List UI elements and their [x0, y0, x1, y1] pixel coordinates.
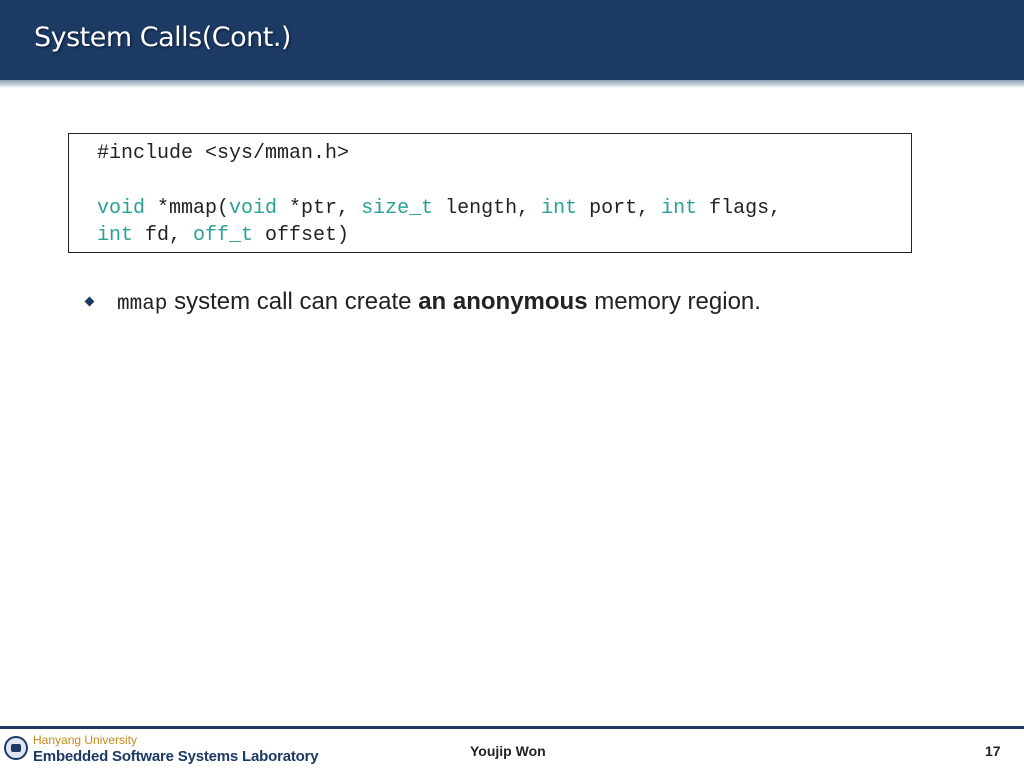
bullet-text-before: system call can create — [167, 288, 419, 315]
slide-title: System Calls(Cont.) — [34, 22, 291, 53]
code-token: offset) — [253, 224, 350, 247]
code-token: length, — [433, 197, 542, 220]
bullet-bold-text: an anonymous — [418, 288, 588, 315]
code-token: port, — [577, 197, 662, 220]
university-name: Hanyang University — [33, 733, 138, 747]
code-line-signature: void *mmap(void *ptr, size_t length, int… — [97, 197, 781, 220]
author-name: Youjip Won — [470, 743, 546, 759]
code-token: *ptr, — [277, 197, 362, 220]
code-line-signature-cont: int fd, off_t offset) — [97, 224, 349, 247]
code-keyword: int — [661, 197, 698, 220]
code-keyword: int — [541, 197, 578, 220]
bullet-text-after: memory region. — [587, 288, 761, 315]
title-bar-shadow — [0, 80, 1024, 88]
code-token: *mmap( — [145, 197, 230, 220]
footer-rule — [0, 726, 1024, 729]
page-number: 17 — [985, 743, 1001, 759]
code-box: #include <sys/mman.h> void *mmap(void *p… — [68, 133, 912, 253]
code-keyword: void — [97, 197, 146, 220]
code-token: fd, — [133, 224, 194, 247]
code-token: flags, — [697, 197, 782, 220]
code-keyword: void — [229, 197, 278, 220]
diamond-bullet-icon — [84, 296, 95, 307]
university-logo — [4, 736, 28, 760]
code-term: mmap — [117, 293, 168, 316]
code-line-include: #include <sys/mman.h> — [97, 142, 350, 165]
code-keyword: int — [97, 224, 134, 247]
code-keyword: size_t — [361, 197, 434, 220]
bullet-text: mmap system call can create an anonymous… — [117, 288, 761, 316]
lab-name: Embedded Software Systems Laboratory — [33, 748, 319, 765]
code-keyword: off_t — [193, 224, 254, 247]
title-bar: System Calls(Cont.) — [0, 0, 1024, 80]
